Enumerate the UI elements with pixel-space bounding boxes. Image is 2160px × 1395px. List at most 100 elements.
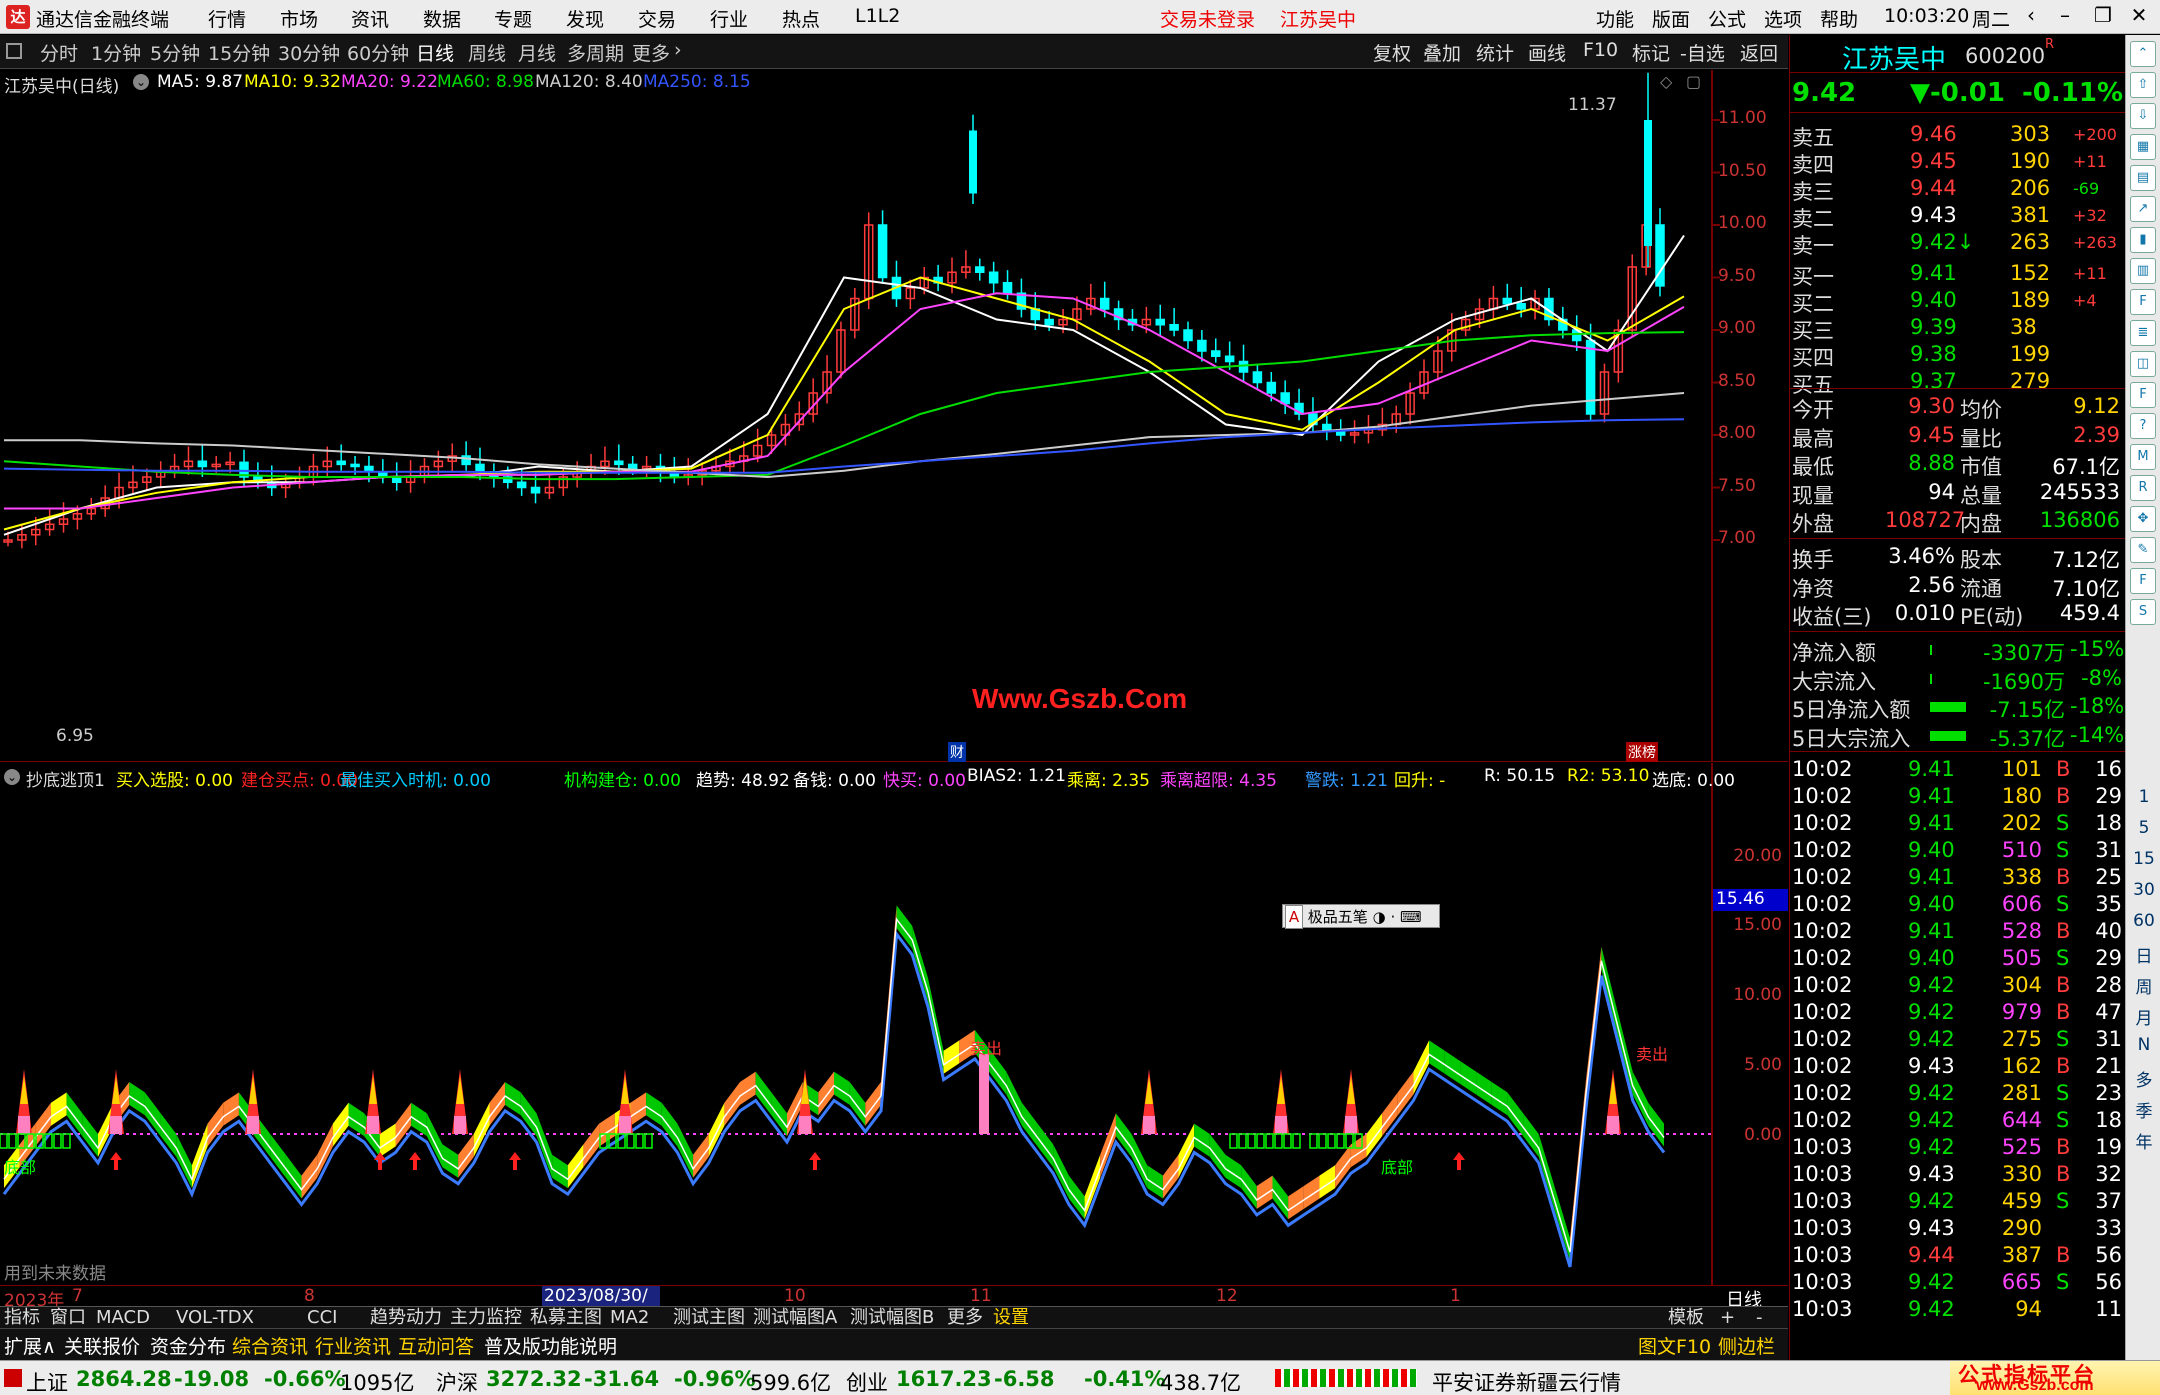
menu-item[interactable]: 专题 [494, 5, 532, 32]
period-tab[interactable]: 月线 [518, 39, 556, 66]
period-tab[interactable]: 1分钟 [91, 39, 141, 66]
pen-icon[interactable]: ✎ [2130, 537, 2156, 563]
period-shortcut[interactable]: 日 [2132, 942, 2156, 967]
menu-item[interactable]: 选项 [1764, 5, 1802, 32]
ask-row[interactable]: 卖四 9.45 190 +11 [1790, 148, 2126, 177]
ime-keyboard-icon[interactable]: ⌨ [1400, 908, 1422, 926]
rank-icon[interactable]: F [2130, 382, 2156, 408]
up-arrow-icon[interactable]: ⇧ [2130, 72, 2156, 98]
toolbar-button[interactable]: 复权 [1373, 39, 1411, 66]
side-tab[interactable]: 图文F10 [1638, 1332, 1711, 1359]
question-icon[interactable]: ? [2130, 413, 2156, 439]
menu-item[interactable]: 公式 [1708, 5, 1746, 32]
menu-item[interactable]: L1L2 [855, 5, 900, 27]
remove-button[interactable]: - [1756, 1307, 1763, 1329]
period-tab[interactable]: 60分钟 [347, 39, 409, 66]
indicator-tab[interactable]: 测试主图 [673, 1307, 745, 1329]
bid-row[interactable]: 买五 9.37 279 [1790, 368, 2126, 397]
table-icon[interactable]: ▤ [2130, 165, 2156, 191]
indicator-tab[interactable]: MA2 [610, 1307, 649, 1329]
back-icon[interactable]: ‹ [2014, 3, 2048, 31]
restore-icon[interactable]: ❐ [2086, 3, 2120, 31]
settings-diamond-icon[interactable]: ◇ [1660, 72, 1672, 91]
menu-item[interactable]: 行情 [208, 5, 246, 32]
trend-icon[interactable]: ↗ [2130, 196, 2156, 222]
extension-tab[interactable]: 行业资讯 [315, 1332, 391, 1359]
toolbar-button[interactable]: 画线 [1528, 39, 1566, 66]
period-tab[interactable]: 5分钟 [150, 39, 200, 66]
period-shortcut[interactable]: 年 [2132, 1128, 2156, 1153]
f10-icon[interactable]: F [2130, 289, 2156, 315]
chevron-down-icon[interactable]: ⌄ [133, 74, 149, 90]
macd-icon[interactable]: M [2130, 444, 2156, 470]
toolbar-button[interactable]: 叠加 [1423, 39, 1461, 66]
ime-a-icon[interactable]: A [1285, 905, 1303, 929]
extension-tab[interactable]: 综合资讯 [232, 1332, 308, 1359]
rsi-icon[interactable]: R [2130, 475, 2156, 501]
toolbar-button[interactable]: 返回 [1740, 39, 1778, 66]
indicator-tab[interactable]: 趋势动力 [370, 1307, 442, 1329]
window-icon[interactable] [6, 43, 22, 59]
period-shortcut[interactable]: 季 [2132, 1097, 2156, 1122]
indicator-chart[interactable]: ⌄ 抄底逃顶1 买入选股: 0.00 建仓买点: 0.00 最佳买入时机: 0.00… [0, 763, 1788, 1285]
indicator-tab[interactable]: 测试幅图B [850, 1307, 934, 1329]
sw-icon[interactable]: S [2130, 599, 2156, 625]
period-tab[interactable]: 周线 [468, 39, 506, 66]
ime-moon-icon[interactable]: ◑ [1373, 908, 1386, 926]
bid-row[interactable]: 买四 9.38 199 [1790, 341, 2126, 370]
chevron-right-icon[interactable]: › [674, 39, 682, 61]
menu-item[interactable]: 市场 [280, 5, 318, 32]
period-shortcut[interactable]: 15 [2132, 849, 2156, 869]
menu-item[interactable]: 帮助 [1820, 5, 1858, 32]
list-icon[interactable]: ≣ [2130, 320, 2156, 346]
down-arrow-icon[interactable]: ⇩ [2130, 103, 2156, 129]
bid-row[interactable]: 买二 9.40 189 +4 [1790, 287, 2126, 316]
indicator-tab[interactable]: 主力监控 [450, 1307, 522, 1329]
bid-row[interactable]: 买三 9.39 38 [1790, 314, 2126, 343]
period-shortcut[interactable]: 60 [2132, 911, 2156, 931]
indicator-tab[interactable]: 设置 [993, 1307, 1029, 1329]
period-tab[interactable]: 30分钟 [278, 39, 340, 66]
template-button[interactable]: 模板 [1668, 1307, 1704, 1329]
extension-tab[interactable]: 资金分布 [150, 1332, 226, 1359]
bar-icon[interactable]: ▮ [2130, 227, 2156, 253]
index-name[interactable]: 沪深 [436, 1367, 478, 1395]
period-shortcut[interactable]: N [2132, 1035, 2156, 1055]
extension-tab[interactable]: 普及版功能说明 [484, 1332, 617, 1359]
toolbar-button[interactable]: 标记 [1632, 39, 1670, 66]
toolbar-button[interactable]: -自选 [1680, 39, 1725, 66]
close-icon[interactable]: ✕ [2122, 3, 2156, 31]
indicator-tab[interactable]: CCI [307, 1307, 337, 1329]
extension-tab[interactable]: 扩展∧ [4, 1332, 56, 1359]
rank-marker[interactable]: 涨榜 [1626, 742, 1658, 762]
indicator-tab[interactable]: 私募主图 [530, 1307, 602, 1329]
menu-item[interactable]: 发现 [566, 5, 604, 32]
ime-toolbar[interactable]: A 极品五笔 ◑ · ⌨ [1282, 904, 1440, 929]
index-name[interactable]: 创业 [846, 1367, 888, 1395]
indicator-tab[interactable]: 指标 [4, 1307, 40, 1329]
bid-row[interactable]: 买一 9.41 152 +11 [1790, 260, 2126, 289]
period-shortcut[interactable]: 5 [2132, 818, 2156, 838]
ask-row[interactable]: 卖五 9.46 303 +200 [1790, 121, 2126, 150]
candlestick-svg[interactable] [0, 70, 1788, 762]
indicator-tab[interactable]: 更多 [947, 1307, 983, 1329]
chevron-down-icon[interactable]: ⌄ [4, 769, 20, 785]
menu-item[interactable]: 资讯 [351, 5, 389, 32]
finance-marker[interactable]: 财 [948, 742, 966, 762]
menu-item[interactable]: 版面 [1652, 5, 1690, 32]
move-icon[interactable]: ✥ [2130, 506, 2156, 532]
ime-name[interactable]: 极品五笔 [1308, 908, 1368, 926]
ask-row[interactable]: 卖三 9.44 206 -69 [1790, 175, 2126, 204]
period-tab[interactable]: 多周期 [567, 39, 624, 66]
window-toggle-icon[interactable]: ▢ [1686, 72, 1701, 91]
extension-tab[interactable]: 关联报价 [64, 1332, 140, 1359]
menu-item[interactable]: 行业 [710, 5, 748, 32]
menu-item[interactable]: 数据 [423, 5, 461, 32]
menu-item[interactable]: 功能 [1596, 5, 1634, 32]
menu-item[interactable]: 交易 [638, 5, 676, 32]
fs-icon[interactable]: F [2130, 568, 2156, 594]
indicator-tab[interactable]: 测试幅图A [753, 1307, 837, 1329]
period-tab[interactable]: 更多 [632, 39, 670, 66]
ime-dot-icon[interactable]: · [1390, 908, 1395, 926]
index-name[interactable]: 上证 [26, 1367, 68, 1395]
